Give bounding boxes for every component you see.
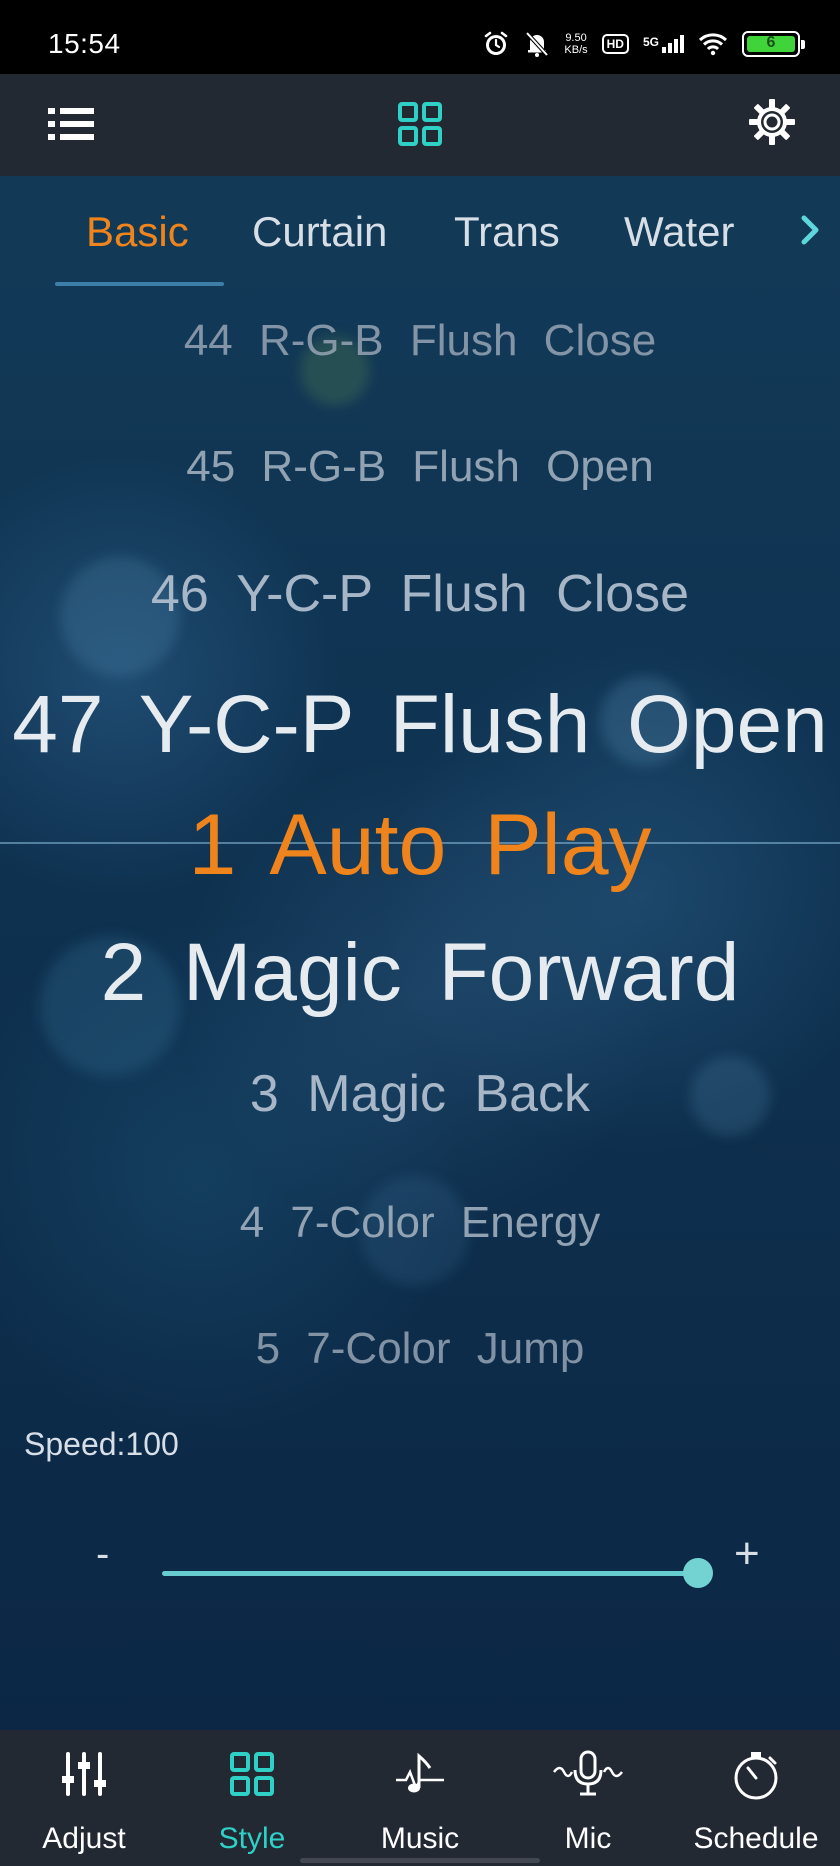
network-type-label: 5G — [642, 35, 659, 49]
tab-water[interactable]: Water — [624, 208, 734, 256]
speed-label: Speed:100 — [24, 1426, 179, 1462]
status-bar: 15:54 9.50 KB/s HD 5G 6 — [0, 0, 840, 74]
mode-item[interactable]: 2 Magic Forward — [0, 926, 840, 1020]
network-speed: 9.50 KB/s — [564, 32, 587, 56]
mute-bell-icon — [524, 30, 550, 58]
status-time: 15:54 — [48, 28, 121, 59]
network-speed-unit: KB/s — [564, 44, 588, 56]
music-note-icon — [396, 1752, 444, 1793]
mode-item[interactable]: 46 Y-C-P Flush Close — [0, 564, 840, 624]
home-indicator[interactable] — [300, 1858, 540, 1863]
alarm-icon — [482, 30, 510, 58]
mode-item[interactable]: 47 Y-C-P Flush Open — [0, 678, 840, 772]
grid-icon — [398, 102, 442, 146]
tab-curtain[interactable]: Curtain — [252, 208, 387, 256]
mode-item[interactable]: 44 R-G-B Flush Close — [0, 316, 840, 366]
mode-grid-button[interactable] — [396, 100, 444, 148]
hd-badge: HD — [601, 34, 629, 54]
sliders-icon — [62, 1752, 106, 1796]
battery-level: 6 — [766, 34, 776, 51]
nav-style-label: Style — [218, 1822, 286, 1855]
bottom-navigation: Adjust Style Music Mic Schedule — [0, 1730, 840, 1866]
nav-schedule[interactable]: Schedule — [672, 1730, 840, 1866]
nav-mic[interactable]: Mic — [504, 1730, 672, 1866]
timer-icon — [734, 1752, 778, 1800]
battery-icon: 6 — [742, 31, 805, 57]
speed-slider-handle[interactable] — [683, 1558, 713, 1588]
settings-button[interactable] — [746, 96, 798, 148]
speed-decrease-button[interactable]: - — [96, 1534, 109, 1574]
category-tabs: Basic Curtain Trans Water — [0, 176, 840, 288]
mode-item[interactable]: 45 R-G-B Flush Open — [0, 442, 840, 492]
mode-item[interactable]: 5 7-Color Jump — [0, 1324, 840, 1374]
nav-music[interactable]: Music — [336, 1730, 504, 1866]
network-speed-value: 9.50 — [565, 32, 587, 44]
tab-trans[interactable]: Trans — [454, 208, 560, 256]
nav-schedule-label: Schedule — [693, 1822, 819, 1855]
menu-button[interactable] — [44, 100, 100, 148]
nav-mic-label: Mic — [564, 1822, 612, 1855]
tab-basic[interactable]: Basic — [86, 208, 189, 256]
list-menu-icon — [48, 108, 94, 140]
mode-item[interactable]: 3 Magic Back — [0, 1064, 840, 1124]
style-panel: Basic Curtain Trans Water 44 R-G-B Flush… — [0, 176, 840, 1730]
gear-icon — [749, 99, 795, 145]
nav-adjust-label: Adjust — [42, 1822, 126, 1855]
speed-slider-track[interactable] — [162, 1571, 698, 1576]
wifi-icon — [698, 32, 728, 56]
mode-item[interactable]: 4 7-Color Energy — [0, 1198, 840, 1248]
status-icons: 9.50 KB/s HD 5G 6 — [482, 26, 805, 62]
active-tab-indicator — [55, 282, 224, 286]
speed-increase-button[interactable]: + — [734, 1532, 760, 1576]
grid-icon — [230, 1752, 274, 1796]
nav-music-label: Music — [380, 1822, 460, 1855]
chevron-right-icon[interactable] — [796, 210, 826, 250]
nav-adjust[interactable]: Adjust — [0, 1730, 168, 1866]
nav-style[interactable]: Style — [168, 1730, 336, 1866]
cellular-signal-icon: 5G — [643, 35, 684, 53]
app-bar — [0, 74, 840, 176]
microphone-icon — [553, 1750, 623, 1796]
mode-item-selected[interactable]: 1 Auto Play — [0, 796, 840, 895]
